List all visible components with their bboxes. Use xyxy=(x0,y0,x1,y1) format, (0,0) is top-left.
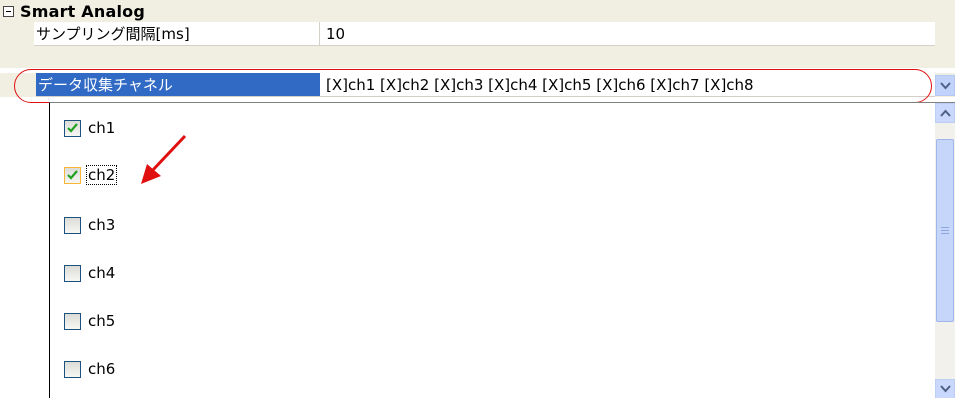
check-label: ch5 xyxy=(88,312,116,330)
property-value-data-channel[interactable]: [X]ch1 [X]ch2 [X]ch3 [X]ch4 [X]ch5 [X]ch… xyxy=(320,73,935,97)
check-label: ch6 xyxy=(88,360,116,378)
checkbox-ch5[interactable] xyxy=(64,312,81,330)
scroll-up-button[interactable] xyxy=(935,103,955,123)
scroll-thumb[interactable] xyxy=(936,139,954,322)
annotation-arrow-icon xyxy=(141,134,187,184)
property-row-data-channel[interactable]: データ収集チャネル [X]ch1 [X]ch2 [X]ch3 [X]ch4 [X… xyxy=(0,73,955,97)
list-item-ch4[interactable]: ch4 xyxy=(64,262,116,284)
list-item-ch6[interactable]: ch6 xyxy=(64,358,116,380)
list-item-ch1[interactable]: ch1 xyxy=(64,117,116,139)
check-label: ch1 xyxy=(88,119,116,137)
vertical-scrollbar[interactable] xyxy=(935,103,955,398)
property-name-sampling-interval: サンプリング間隔[ms] xyxy=(34,22,320,46)
minus-box-icon[interactable] xyxy=(3,5,14,17)
chevron-up-icon xyxy=(939,109,951,117)
checkmark-icon xyxy=(67,170,78,180)
category-smart-analog: Smart Analog xyxy=(0,0,955,22)
list-item-ch2[interactable]: ch2 xyxy=(64,164,118,186)
scroll-down-button[interactable] xyxy=(935,379,955,398)
check-label: ch2 xyxy=(85,165,118,185)
property-name-data-channel: データ収集チャネル xyxy=(36,73,322,97)
checkbox-ch6[interactable] xyxy=(64,360,81,378)
checkmark-icon xyxy=(67,123,78,133)
dropdown-button[interactable] xyxy=(935,75,955,96)
checkbox-ch1[interactable] xyxy=(64,119,81,137)
checkbox-ch3[interactable] xyxy=(64,216,81,234)
checkbox-ch4[interactable] xyxy=(64,264,81,282)
list-item-ch5[interactable]: ch5 xyxy=(64,310,116,332)
property-row-sampling-interval[interactable]: サンプリング間隔[ms] xyxy=(0,22,955,68)
property-row-sampling-interval-bg: サンプリング間隔[ms] 10 xyxy=(0,22,955,46)
list-item-ch3[interactable]: ch3 xyxy=(64,214,116,236)
chevron-down-icon xyxy=(939,81,951,89)
chevron-down-icon xyxy=(939,385,951,393)
checkbox-ch2[interactable] xyxy=(64,166,81,184)
category-title: Smart Analog xyxy=(20,1,146,21)
check-label: ch3 xyxy=(88,216,116,234)
check-label: ch4 xyxy=(88,264,116,282)
grip-icon xyxy=(941,227,949,234)
property-value-sampling-interval[interactable]: 10 xyxy=(320,22,935,46)
